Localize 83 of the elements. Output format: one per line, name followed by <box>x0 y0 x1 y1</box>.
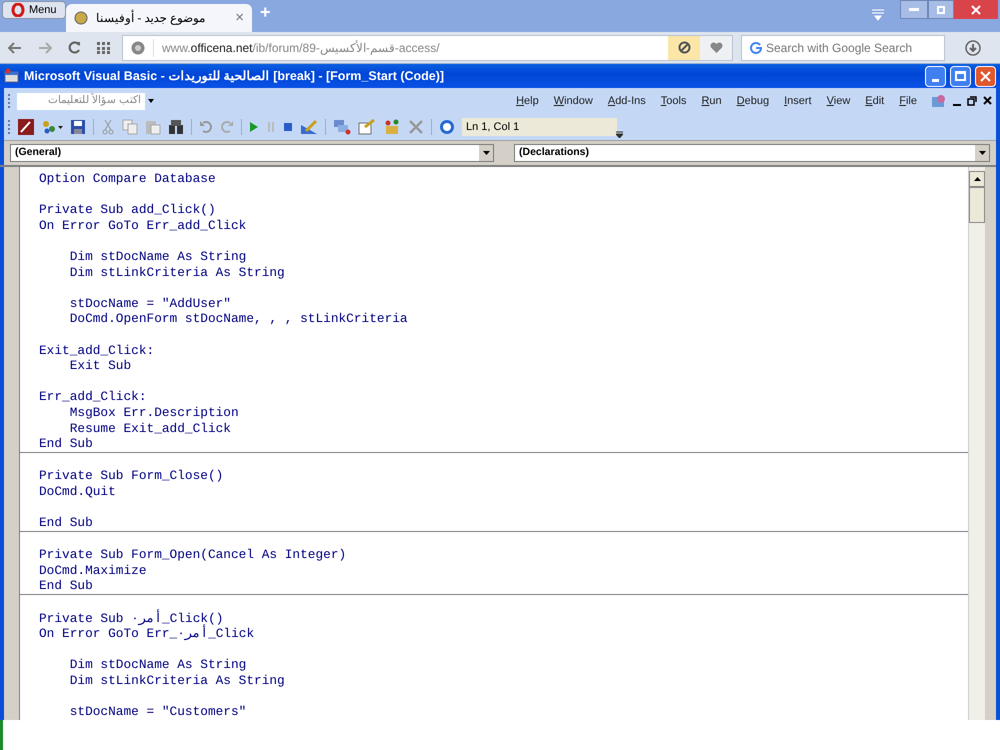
heart-icon <box>710 42 722 54</box>
code-line: Option Compare Database <box>39 171 216 187</box>
code-line: Exit_add_Click: <box>39 342 154 358</box>
menu-item[interactable]: Debug <box>736 92 770 110</box>
restore-button[interactable] <box>928 0 954 19</box>
cursor-position: Ln 1, Col 1 <box>462 118 617 136</box>
reload-icon[interactable] <box>68 41 81 54</box>
object-dropdown[interactable]: (General) <box>10 144 494 162</box>
save-icon[interactable] <box>70 119 86 135</box>
binoculars-icon[interactable] <box>168 119 184 135</box>
close-button[interactable] <box>954 0 998 19</box>
scroll-up-button[interactable] <box>969 171 985 187</box>
tab-menu-icon[interactable] <box>871 8 885 22</box>
project-explorer-icon[interactable] <box>333 119 351 135</box>
code-line: DoCmd.Quit <box>39 484 116 500</box>
procedure-dropdown[interactable]: (Declarations) <box>514 144 990 162</box>
code-line: stDocName = "AddUser" <box>68 296 231 312</box>
search-field[interactable]: Search with Google Search <box>766 38 936 56</box>
close-icon[interactable]: × <box>235 6 244 30</box>
close-button[interactable] <box>975 66 996 86</box>
code-line: End Sub <box>39 578 93 594</box>
tab-title: موضوع جديد - أوفيسنا <box>96 9 206 27</box>
code-line: Private Sub Form_Close() <box>39 468 224 484</box>
menu-item[interactable]: Window <box>554 92 593 110</box>
menu-item[interactable]: Insert <box>784 92 812 110</box>
code-line: End Sub <box>39 436 93 452</box>
code-line: stDocName = "Customers" <box>68 704 246 720</box>
search-field[interactable]: Search with Google Search <box>741 34 945 60</box>
properties-icon[interactable] <box>358 119 376 135</box>
dropdown-arrow-icon <box>978 151 986 155</box>
block-icon <box>678 41 690 54</box>
code-line: On Error GoTo Err_add_Click <box>39 218 246 234</box>
maximize-button[interactable] <box>950 66 971 86</box>
browser-tab[interactable]: موضوع جديد - أوفيسنا × <box>66 4 252 32</box>
dropdown-arrow-icon <box>148 99 154 103</box>
code-line: Private Sub add_Click() <box>39 202 216 218</box>
menu-item[interactable]: Help <box>516 92 539 110</box>
vb-icon <box>4 68 20 84</box>
code-line: Private Sub Form_Open(Cancel As Integer) <box>39 547 346 563</box>
logo-icon <box>11 3 25 17</box>
run-icon[interactable] <box>249 121 259 133</box>
code-line: Err_add_Click: <box>39 389 147 405</box>
code-line: Dim stDocName As String <box>68 657 246 673</box>
menu-item[interactable]: View <box>826 92 850 110</box>
code-line: Dim stLinkCriteria As String <box>68 673 285 689</box>
heart-button[interactable] <box>700 36 732 60</box>
code-line: Private Sub أمر٠_Click() <box>39 610 224 626</box>
menu-item[interactable]: Edit <box>865 92 884 110</box>
menu-item[interactable]: Add-Ins <box>608 92 646 110</box>
menu-item[interactable]: Tools <box>660 92 686 110</box>
block-button[interactable] <box>668 36 700 60</box>
grid-icon[interactable] <box>97 42 110 54</box>
stop-icon[interactable] <box>283 122 293 132</box>
toolbar-options-icon[interactable] <box>616 130 623 138</box>
close-icon[interactable] <box>983 96 992 105</box>
menu-item[interactable]: File <box>899 92 917 110</box>
dropdown-arrow-icon <box>482 151 490 155</box>
minimize-button[interactable] <box>900 0 928 19</box>
download-icon[interactable] <box>965 40 981 56</box>
code-line: End Sub <box>39 515 93 531</box>
scroll-thumb[interactable] <box>969 187 985 223</box>
site-icon <box>131 40 145 54</box>
access-icon[interactable] <box>18 119 34 135</box>
up-arrow-icon <box>974 177 980 181</box>
search-engine-icon <box>750 42 762 54</box>
code-line: DoCmd.Maximize <box>39 562 147 578</box>
window-title: Microsoft Visual Basic - الصالحية للتوريدات [break] - [Form_Start (Code)] <box>24 68 446 86</box>
restore-icon[interactable] <box>967 96 977 106</box>
menu-button[interactable]: Menu <box>2 1 66 19</box>
code-line: Dim stDocName As String <box>68 248 246 265</box>
code-line: Dim stLinkCriteria As String <box>68 264 285 280</box>
scrollbar[interactable] <box>968 167 985 720</box>
menu-item[interactable]: Run <box>701 92 722 110</box>
code-line: MsgBox Err.Description <box>68 404 239 420</box>
object-browser-icon[interactable] <box>383 119 401 135</box>
close-icon <box>971 4 981 14</box>
code-line: DoCmd.OpenForm stDocName, , , stLinkCriteria <box>68 311 408 327</box>
code-line: On Error GoTo Err_أمر٠_Click <box>39 626 254 642</box>
design-mode-icon[interactable] <box>300 119 318 135</box>
close-icon <box>980 70 991 82</box>
code-line: Resume Exit_add_Click <box>68 420 231 436</box>
back-icon[interactable] <box>8 42 22 54</box>
code-line: Exit Sub <box>68 358 132 374</box>
